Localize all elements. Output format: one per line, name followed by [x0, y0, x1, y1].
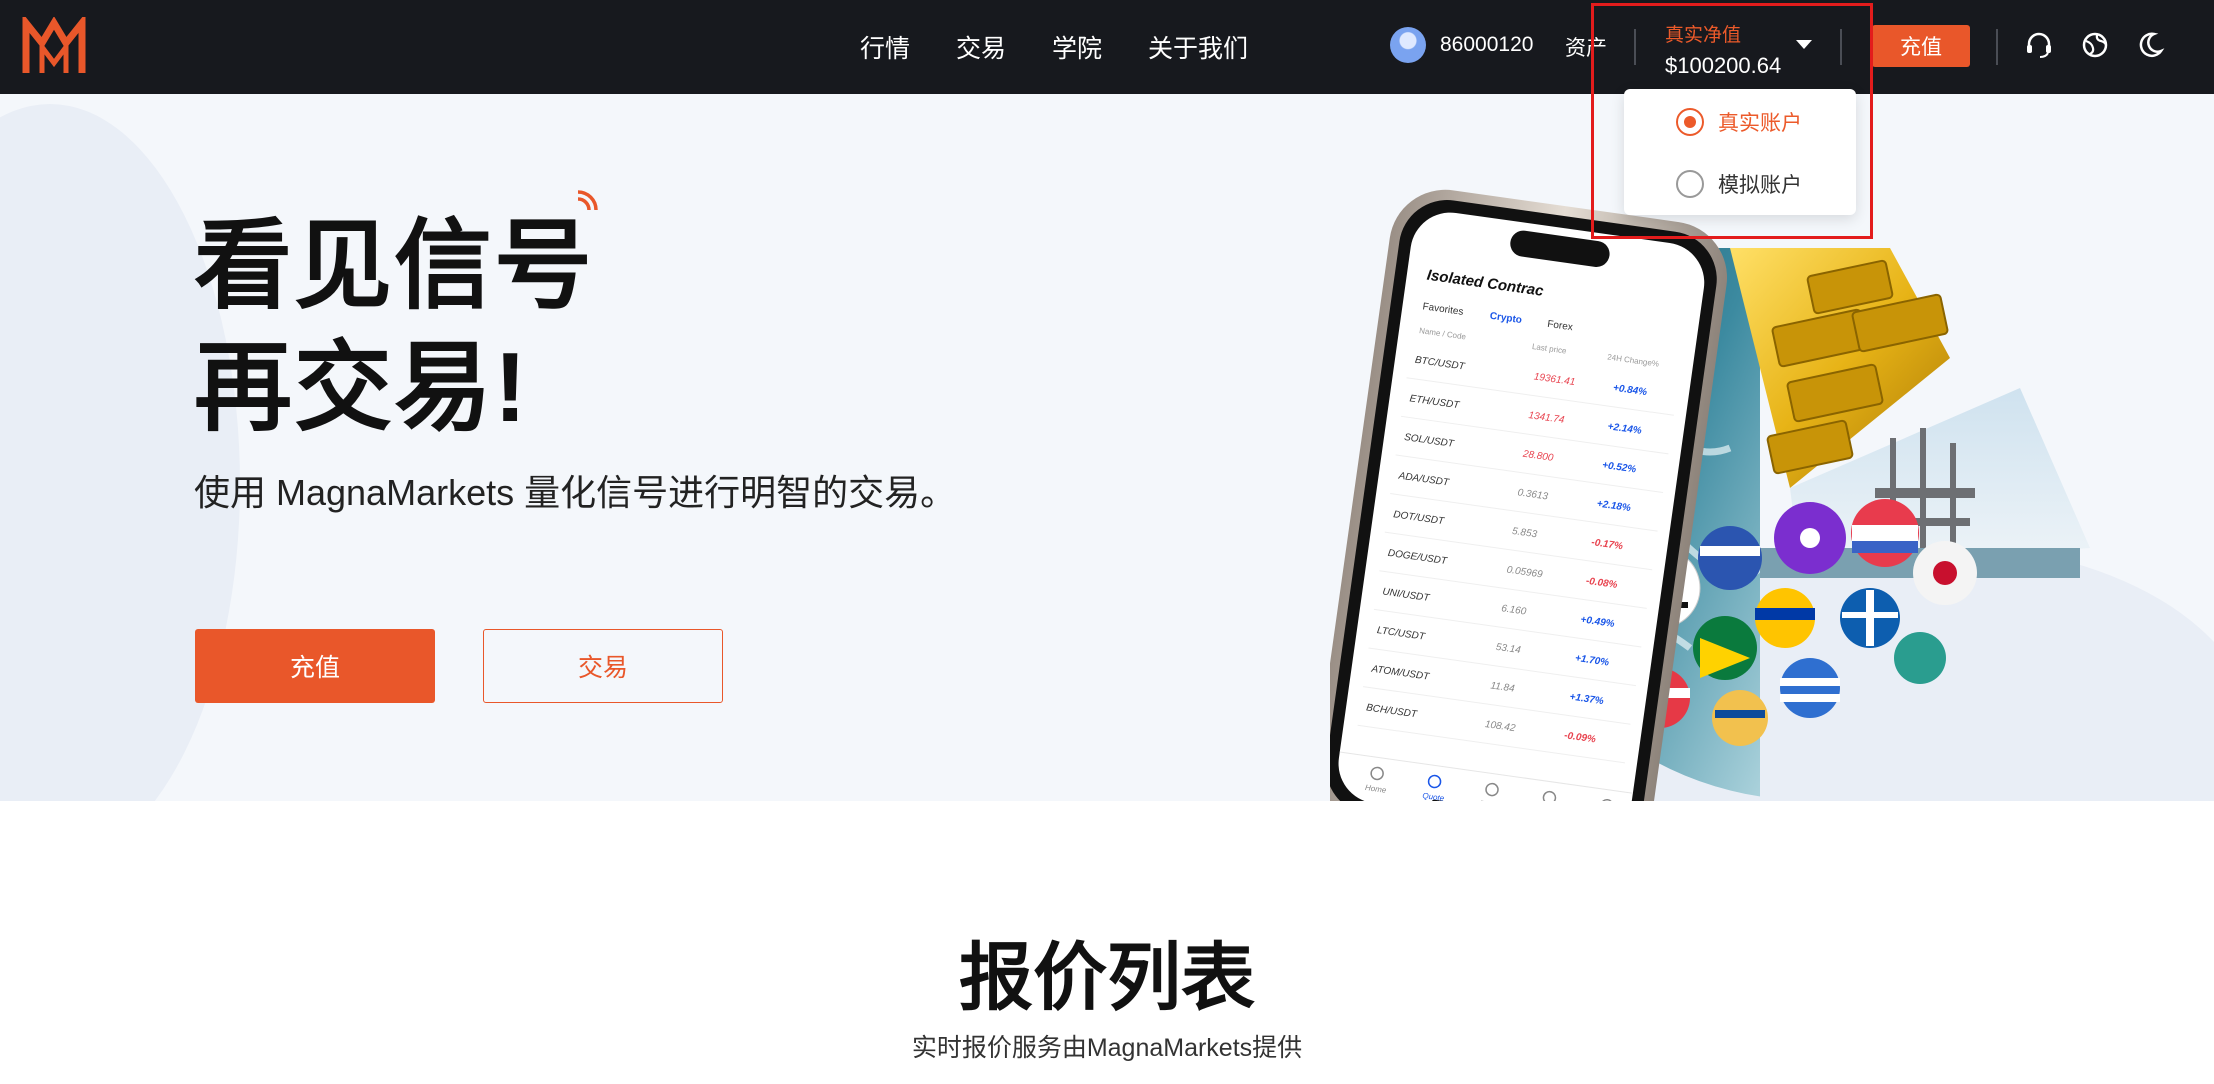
radio-selected-icon[interactable]	[1676, 108, 1704, 136]
nav-item-about[interactable]: 关于我们	[1148, 29, 1248, 65]
moon-icon[interactable]	[2135, 30, 2165, 60]
nav-item-academy[interactable]: 学院	[1052, 29, 1102, 65]
hero-deposit-button[interactable]: 充值	[195, 629, 435, 703]
nav-item-trade[interactable]: 交易	[956, 29, 1006, 65]
option-demo-account[interactable]: 模拟账户	[1676, 169, 1802, 199]
hero-title-line2: 再交易!	[194, 332, 529, 442]
user-id: 86000120	[1440, 33, 1534, 56]
main-nav: 行情 交易 学院 关于我们	[860, 0, 1248, 94]
option-label: 模拟账户	[1718, 174, 1802, 197]
nav-item-market[interactable]: 行情	[860, 29, 910, 65]
option-real-account[interactable]: 真实账户	[1676, 107, 1802, 137]
hero-section: 看见信号 再交易! 使用 MagnaMarkets 量化信号进行明智的交易。 充…	[0, 94, 2214, 801]
avatar[interactable]	[1390, 27, 1426, 63]
headset-icon[interactable]	[2024, 30, 2054, 60]
radio-unselected-icon[interactable]	[1676, 170, 1704, 198]
hero-title-line1: 看见信号	[194, 210, 595, 320]
option-label: 真实账户	[1718, 112, 1802, 135]
hero-illustration: Isolated Contrac Favorites Crypto Forex …	[1330, 189, 2090, 801]
divider	[1996, 29, 1998, 65]
user-menu[interactable]: 86000120	[1390, 27, 1533, 63]
quotes-section-subtitle: 实时报价服务由MagnaMarkets提供	[911, 1034, 1303, 1062]
magnamarkets-logo[interactable]	[22, 17, 86, 75]
top-navbar: 行情 交易 学院 关于我们 86000120 资产 真实净值 $100200.6…	[0, 0, 2214, 94]
account-dropdown: 真实账户 模拟账户	[1624, 89, 1856, 215]
header-deposit-button[interactable]: 充值	[1872, 25, 1970, 67]
globe-icon[interactable]	[2080, 30, 2110, 60]
signal-icon	[577, 190, 598, 211]
hero-subtitle: 使用 MagnaMarkets 量化信号进行明智的交易。	[194, 472, 957, 513]
quotes-section-title: 报价列表	[959, 936, 1255, 1019]
hero-trade-button[interactable]: 交易	[483, 629, 723, 703]
hero-title: 看见信号 再交易!	[194, 204, 594, 448]
